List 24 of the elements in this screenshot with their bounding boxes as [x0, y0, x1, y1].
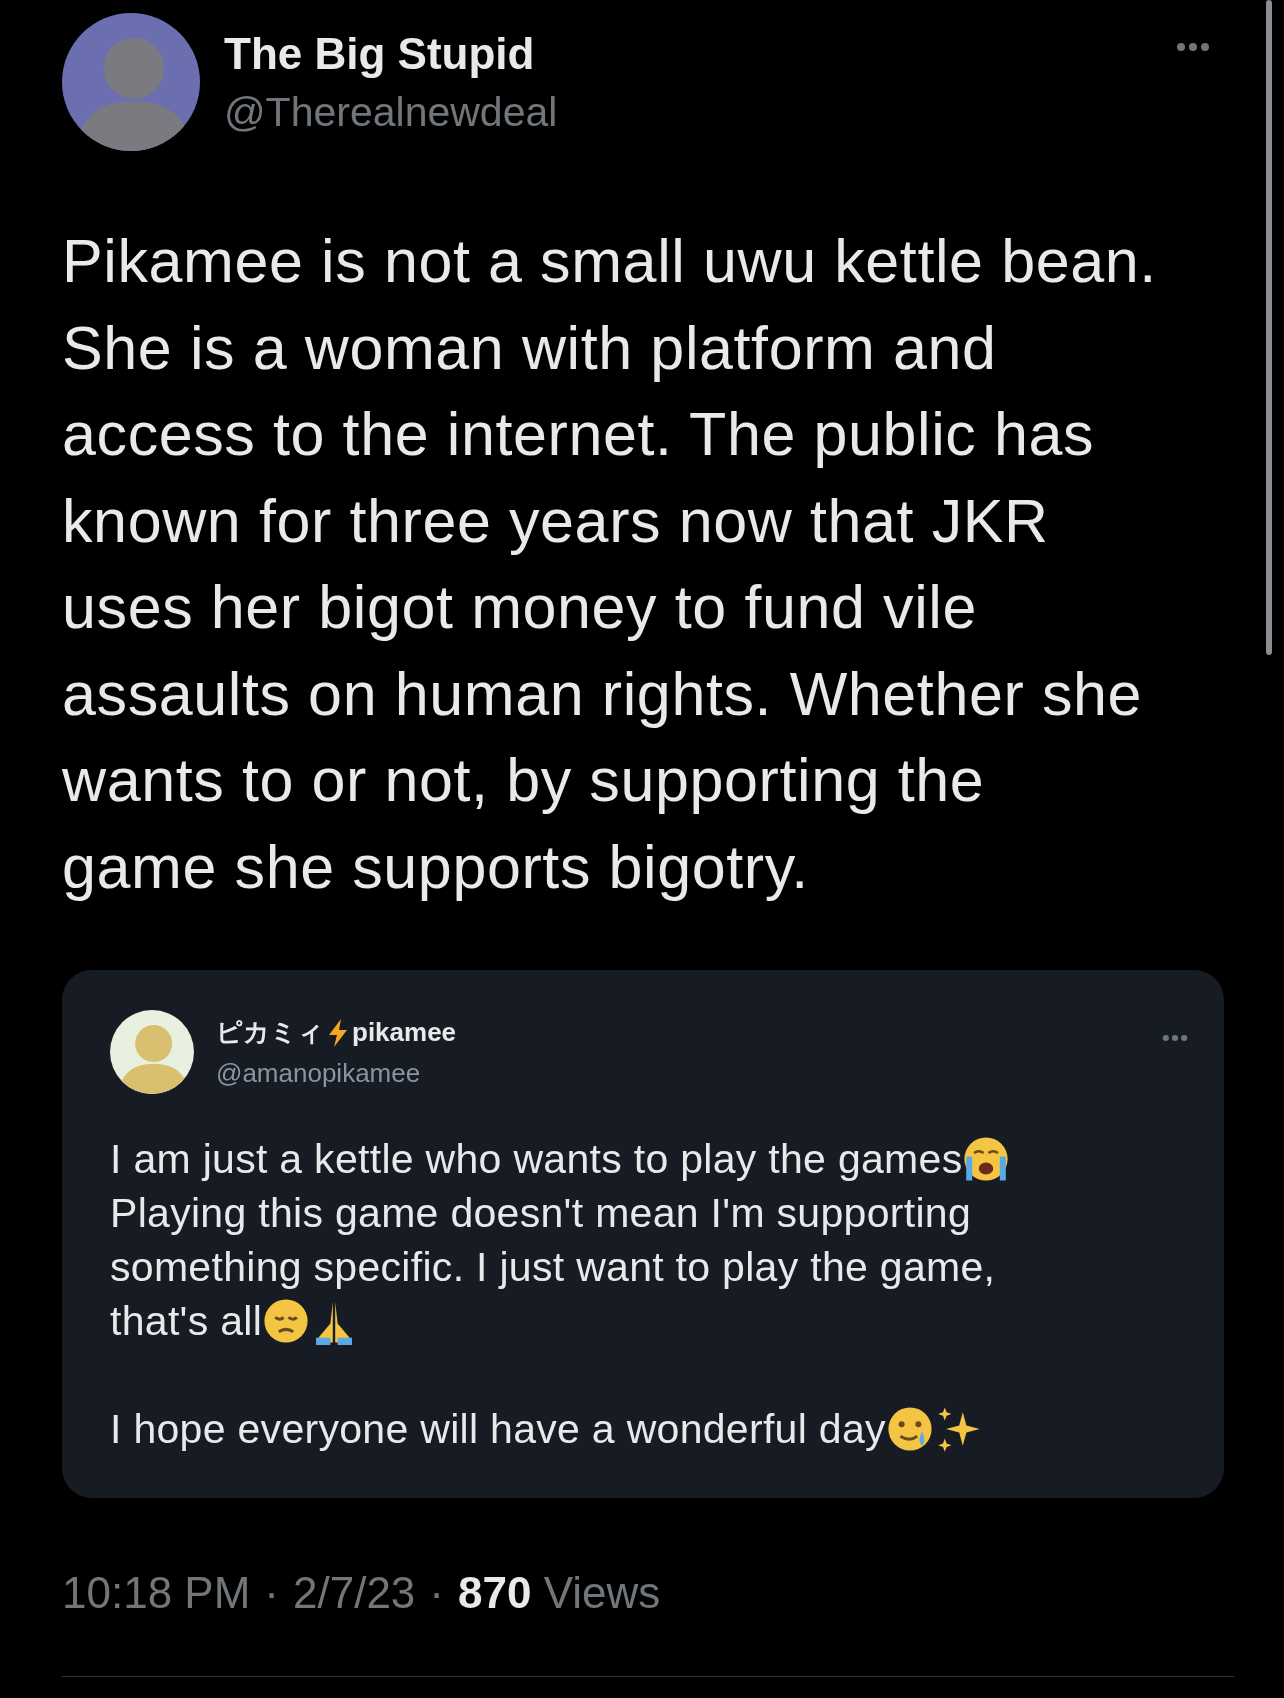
quote-text: Playing this game doesn't mean I'm supporting	[110, 1189, 971, 1238]
separator-dot: ·	[429, 1568, 444, 1618]
tweet-date: 2/7/23	[293, 1568, 416, 1618]
tearful-smile-icon	[885, 1405, 934, 1453]
tweet-text: Pikamee is not a small uwu kettle bean. She is a woman with platform and access to the internet. The public has known for three years now that JKR uses her bigot money to fund vile assaults on human rights. Whether she wants to or not, by supporting the game she supports bigotry.	[62, 226, 1158, 903]
quote-display-name: pikamee	[352, 1017, 457, 1048]
quote-text: I hope everyone will have a wonderful day	[110, 1405, 886, 1454]
tweet-time: 10:18 PM	[62, 1568, 251, 1618]
quote-text: that's all	[110, 1297, 263, 1346]
quote-user-handle: @amanopikamee	[216, 1058, 422, 1089]
view-count[interactable]: 870 Views	[458, 1568, 661, 1618]
display-name[interactable]: The Big Stupid	[224, 28, 1152, 79]
more-icon[interactable]	[1176, 42, 1210, 52]
quote-text: something specific. I just want to play the game,	[110, 1243, 996, 1292]
quote-display-name: ピカミィ	[216, 1016, 324, 1049]
user-handle[interactable]: @Therealnewdeal	[224, 88, 1152, 136]
sad-face-icon	[262, 1297, 311, 1345]
scroll-bar[interactable]	[1266, 0, 1272, 655]
quoted-tweet-card[interactable]	[62, 970, 1224, 1498]
quote-more-icon[interactable]	[1162, 1033, 1188, 1043]
quote-text: I am just a kettle who wants to play the games	[110, 1135, 963, 1184]
crying-face-icon	[962, 1135, 1011, 1183]
lightning-bolt-icon	[326, 1017, 350, 1048]
separator-dot: ·	[264, 1568, 279, 1618]
